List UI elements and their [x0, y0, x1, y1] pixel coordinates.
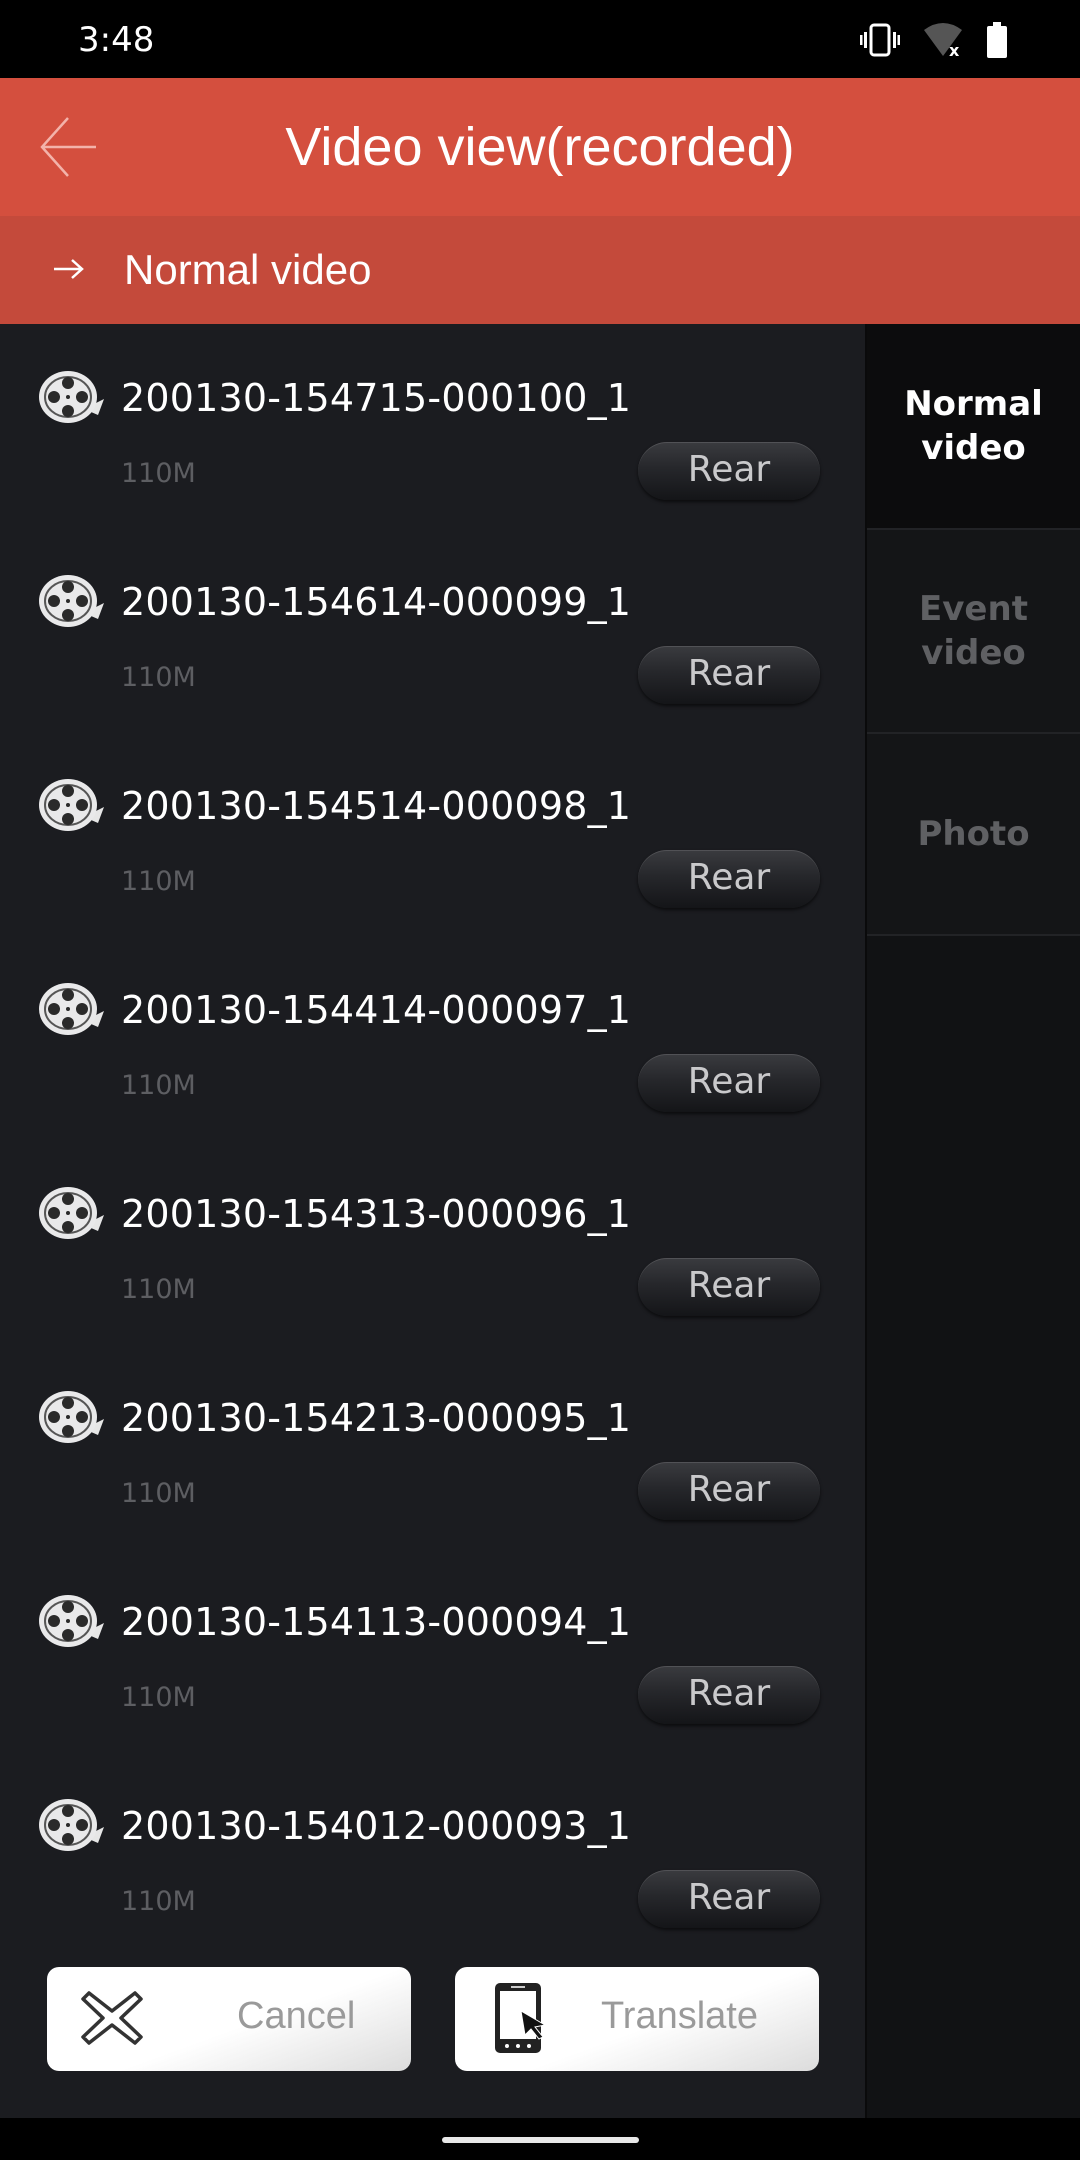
rear-button[interactable]: Rear [638, 850, 820, 908]
translate-button[interactable]: Translate [455, 1967, 819, 2071]
film-reel-icon [38, 573, 110, 629]
battery-full-icon [986, 22, 1008, 58]
vibrate-icon [860, 23, 900, 57]
video-file-row[interactable]: 200130-154012-000093_1 110M Rear [0, 1752, 865, 1956]
phone-tap-icon [493, 1981, 557, 2060]
category-sidebar: Normal video Event video Photo [865, 324, 1080, 2118]
file-size: 110M [121, 662, 196, 693]
status-bar: 3:48 x [0, 0, 1080, 78]
file-size: 110M [121, 1070, 196, 1101]
tab-label: Photo [917, 814, 1030, 854]
video-file-row[interactable]: 200130-154113-000094_1 110M Rear [0, 1548, 865, 1752]
tab-label: Normal video [904, 384, 1043, 468]
rear-button[interactable]: Rear [638, 1258, 820, 1316]
cancel-button[interactable]: Cancel [47, 1967, 411, 2071]
rear-button[interactable]: Rear [638, 1462, 820, 1520]
rear-button[interactable]: Rear [638, 442, 820, 500]
film-reel-icon [38, 369, 110, 425]
file-name: 200130-154213-000095_1 [121, 1396, 632, 1440]
tab-event-video[interactable]: Event video [867, 528, 1080, 732]
home-gesture-handle[interactable] [442, 2137, 639, 2143]
file-size: 110M [121, 1682, 196, 1713]
video-file-row[interactable]: 200130-154514-000098_1 110M Rear [0, 732, 865, 936]
video-file-row[interactable]: 200130-154715-000100_1 110M Rear [0, 324, 865, 528]
wifi-off-icon: x [922, 22, 964, 58]
video-file-row[interactable]: 200130-154414-000097_1 110M Rear [0, 936, 865, 1140]
file-name: 200130-154614-000099_1 [121, 580, 632, 624]
file-size: 110M [121, 1274, 196, 1305]
film-reel-icon [38, 1797, 110, 1853]
svg-text:x: x [949, 41, 960, 58]
film-reel-icon [38, 981, 110, 1037]
file-name: 200130-154715-000100_1 [121, 376, 632, 420]
file-size: 110M [121, 866, 196, 897]
file-size: 110M [121, 1886, 196, 1917]
film-reel-icon [38, 1593, 110, 1649]
film-reel-icon [38, 1389, 110, 1445]
video-file-row[interactable]: 200130-154313-000096_1 110M Rear [0, 1140, 865, 1344]
file-size: 110M [121, 458, 196, 489]
rear-button[interactable]: Rear [638, 646, 820, 704]
file-name: 200130-154113-000094_1 [121, 1600, 632, 1644]
status-icons: x [860, 22, 1008, 58]
file-name: 200130-154012-000093_1 [121, 1804, 632, 1848]
film-reel-icon [38, 1185, 110, 1241]
tab-photo[interactable]: Photo [867, 732, 1080, 936]
category-title: Normal video [124, 246, 372, 293]
right-arrow-icon [52, 256, 86, 287]
tab-normal-video[interactable]: Normal video [867, 324, 1080, 528]
rear-button[interactable]: Rear [638, 1870, 820, 1928]
video-file-row[interactable]: 200130-154213-000095_1 110M Rear [0, 1344, 865, 1548]
navigation-bar [0, 2118, 1080, 2160]
file-size: 110M [121, 1478, 196, 1509]
file-name: 200130-154414-000097_1 [121, 988, 632, 1032]
file-name: 200130-154313-000096_1 [121, 1192, 632, 1236]
translate-label: Translate [601, 1995, 758, 2037]
film-reel-icon [38, 777, 110, 833]
video-file-list[interactable]: 200130-154715-000100_1 110M Rear 200130-… [0, 324, 865, 2118]
app-header: Video view(recorded) [0, 78, 1080, 216]
status-time: 3:48 [78, 20, 155, 60]
rear-button[interactable]: Rear [638, 1666, 820, 1724]
video-file-row[interactable]: 200130-154614-000099_1 110M Rear [0, 528, 865, 732]
close-icon [79, 1989, 145, 2052]
rear-button[interactable]: Rear [638, 1054, 820, 1112]
page-title: Video view(recorded) [285, 117, 795, 177]
category-header: Normal video [0, 216, 1080, 324]
file-name: 200130-154514-000098_1 [121, 784, 632, 828]
tab-label: Event video [919, 589, 1028, 673]
cancel-label: Cancel [237, 1995, 356, 2037]
